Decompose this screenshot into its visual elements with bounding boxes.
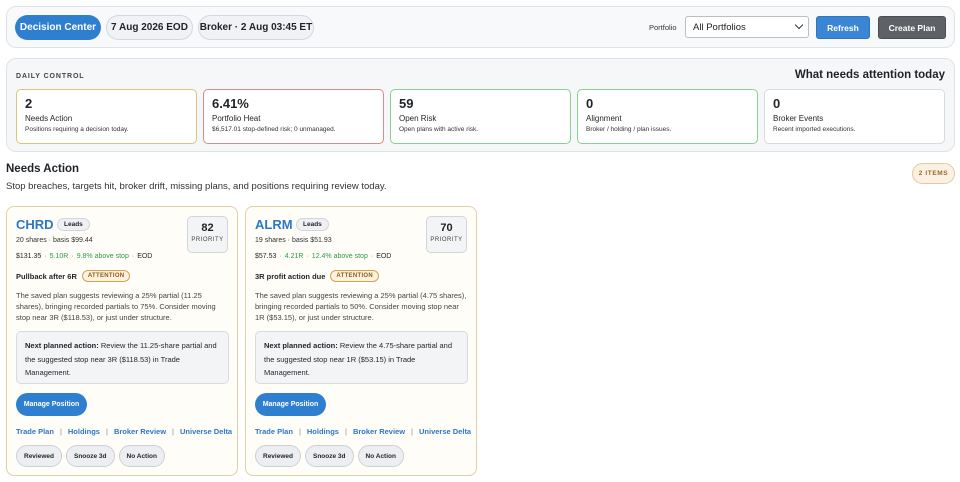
items-count-badge: 2 ITEMS [912,163,955,184]
eod-date-pill: 7 Aug 2026 EOD [106,15,193,40]
card-actions: Reviewed Snooze 3d No Action [16,445,165,467]
r-multiple: 5.10R [49,253,69,260]
portfolio-label: Portfolio [649,23,677,32]
broker-status-pill: Broker · 2 Aug 03:45 ET [198,15,314,40]
priority-value: 82 [201,222,214,234]
next-action-label: Next planned action: [264,341,338,350]
portfolio-select-value: All Portfolios [693,21,746,33]
metric-desc: Open plans with active risk. [399,126,479,133]
metric-alignment[interactable]: 0 Alignment Broker / holding / plan issu… [577,89,758,144]
snooze-button[interactable]: Snooze 3d [66,445,115,467]
next-action-box: Next planned action: Review the 11.25-sh… [16,331,229,384]
chevron-down-icon [794,20,804,30]
metric-broker-events[interactable]: 0 Broker Events Recent imported executio… [764,89,945,144]
snooze-button[interactable]: Snooze 3d [305,445,354,467]
metric-value: 2 [25,96,33,111]
metric-desc: Recent imported executions. [773,126,856,133]
daily-control-label: DAILY CONTROL [16,73,85,80]
metric-name: Open Risk [399,114,437,123]
metric-name: Alignment [586,114,622,123]
status-text: Pullback after 6R [16,271,77,281]
plan-note: The saved plan suggests reviewing a 25% … [16,291,216,322]
status-text: 3R profit action due [255,271,326,281]
card-links: Trade Plan | Holdings | Broker Review | Univer… [255,427,472,436]
priority-label: PRIORITY [430,237,463,243]
priority-value: 70 [440,222,453,234]
card-actions: Reviewed Snooze 3d No Action [255,445,404,467]
metric-value: 0 [773,96,781,111]
metric-name: Needs Action [25,114,73,123]
holdings-link[interactable]: Holdings [307,427,339,436]
status-line: 3R profit action due ATTENTION [255,270,380,282]
metric-value: 6.41% [212,96,249,111]
metric-name: Portfolio Heat [212,114,261,123]
manage-position-button[interactable]: Manage Position [16,393,87,416]
metric-desc: Positions requiring a decision today. [25,126,129,133]
r-multiple: 4.21R [284,253,304,260]
position-card-alrm: ALRM Leads 19 shares · basis $51.93 70 P… [245,206,477,476]
needs-action-subtitle: Stop breaches, targets hit, broker drift… [6,181,387,192]
broker-review-link[interactable]: Broker Review [353,427,405,436]
price: $57.53 [255,253,277,260]
status-line: Pullback after 6R ATTENTION [16,270,131,282]
above-stop: 9.8% above stop [76,253,129,260]
decision-center-tab[interactable]: Decision Center [15,15,101,40]
reviewed-button[interactable]: Reviewed [16,445,62,467]
next-action-label: Next planned action: [25,341,99,350]
metric-desc: $6,517.01 stop-defined risk; 0 unmanaged… [212,126,336,133]
price-source: EOD [137,253,153,260]
position-card-chrd: CHRD Leads 20 shares · basis $99.44 82 P… [6,206,238,476]
refresh-button[interactable]: Refresh [816,16,870,39]
daily-control-heading: What needs attention today [794,69,945,81]
portfolio-select[interactable]: All Portfolios [685,16,809,38]
no-action-button[interactable]: No Action [357,445,404,467]
group-badge: Leads [57,218,90,231]
holdings-link[interactable]: Holdings [68,427,100,436]
metric-desc: Broker / holding / plan issues. [586,126,672,133]
needs-action-title: Needs Action [6,163,80,175]
attention-badge: ATTENTION [330,270,380,282]
priority-box: 82 PRIORITY [187,216,228,253]
priority-box: 70 PRIORITY [426,216,467,253]
next-action-box: Next planned action: Review the 4.75-sha… [255,331,468,384]
trade-plan-link[interactable]: Trade Plan [16,427,54,436]
metric-value: 59 [399,96,414,111]
universe-delta-link[interactable]: Universe Delta [180,427,232,436]
broker-review-link[interactable]: Broker Review [114,427,166,436]
attention-badge: ATTENTION [81,270,131,282]
reviewed-button[interactable]: Reviewed [255,445,301,467]
priority-label: PRIORITY [191,237,224,243]
metric-open-risk[interactable]: 59 Open Risk Open plans with active risk… [390,89,571,144]
above-stop: 12.4% above stop [311,253,368,260]
top-bar: Decision Center 7 Aug 2026 EOD Broker · … [6,6,955,48]
metric-name: Broker Events [773,114,824,123]
ticker-link[interactable]: CHRD [16,217,54,232]
create-plan-button[interactable]: Create Plan [878,16,946,39]
group-badge: Leads [296,218,329,231]
quote-line: $57.53 · 4.21R · 12.4% above stop · EOD [255,253,392,260]
ticker-link[interactable]: ALRM [255,217,293,232]
shares-basis: 20 shares · basis $99.44 [16,237,93,244]
no-action-button[interactable]: No Action [118,445,165,467]
plan-note: The saved plan suggests reviewing a 25% … [255,291,467,322]
manage-position-button[interactable]: Manage Position [255,393,326,416]
shares-basis: 19 shares · basis $51.93 [255,237,332,244]
universe-delta-link[interactable]: Universe Delta [419,427,471,436]
metric-portfolio-heat[interactable]: 6.41% Portfolio Heat $6,517.01 stop-defi… [203,89,384,144]
price: $131.35 [16,253,42,260]
trade-plan-link[interactable]: Trade Plan [255,427,293,436]
metric-value: 0 [586,96,594,111]
daily-control-panel: DAILY CONTROL What needs attention today… [6,58,955,152]
quote-line: $131.35 · 5.10R · 9.8% above stop · EOD [16,253,153,260]
card-links: Trade Plan | Holdings | Broker Review | Univer… [16,427,233,436]
price-source: EOD [376,253,392,260]
metric-needs-action[interactable]: 2 Needs Action Positions requiring a dec… [16,89,197,144]
